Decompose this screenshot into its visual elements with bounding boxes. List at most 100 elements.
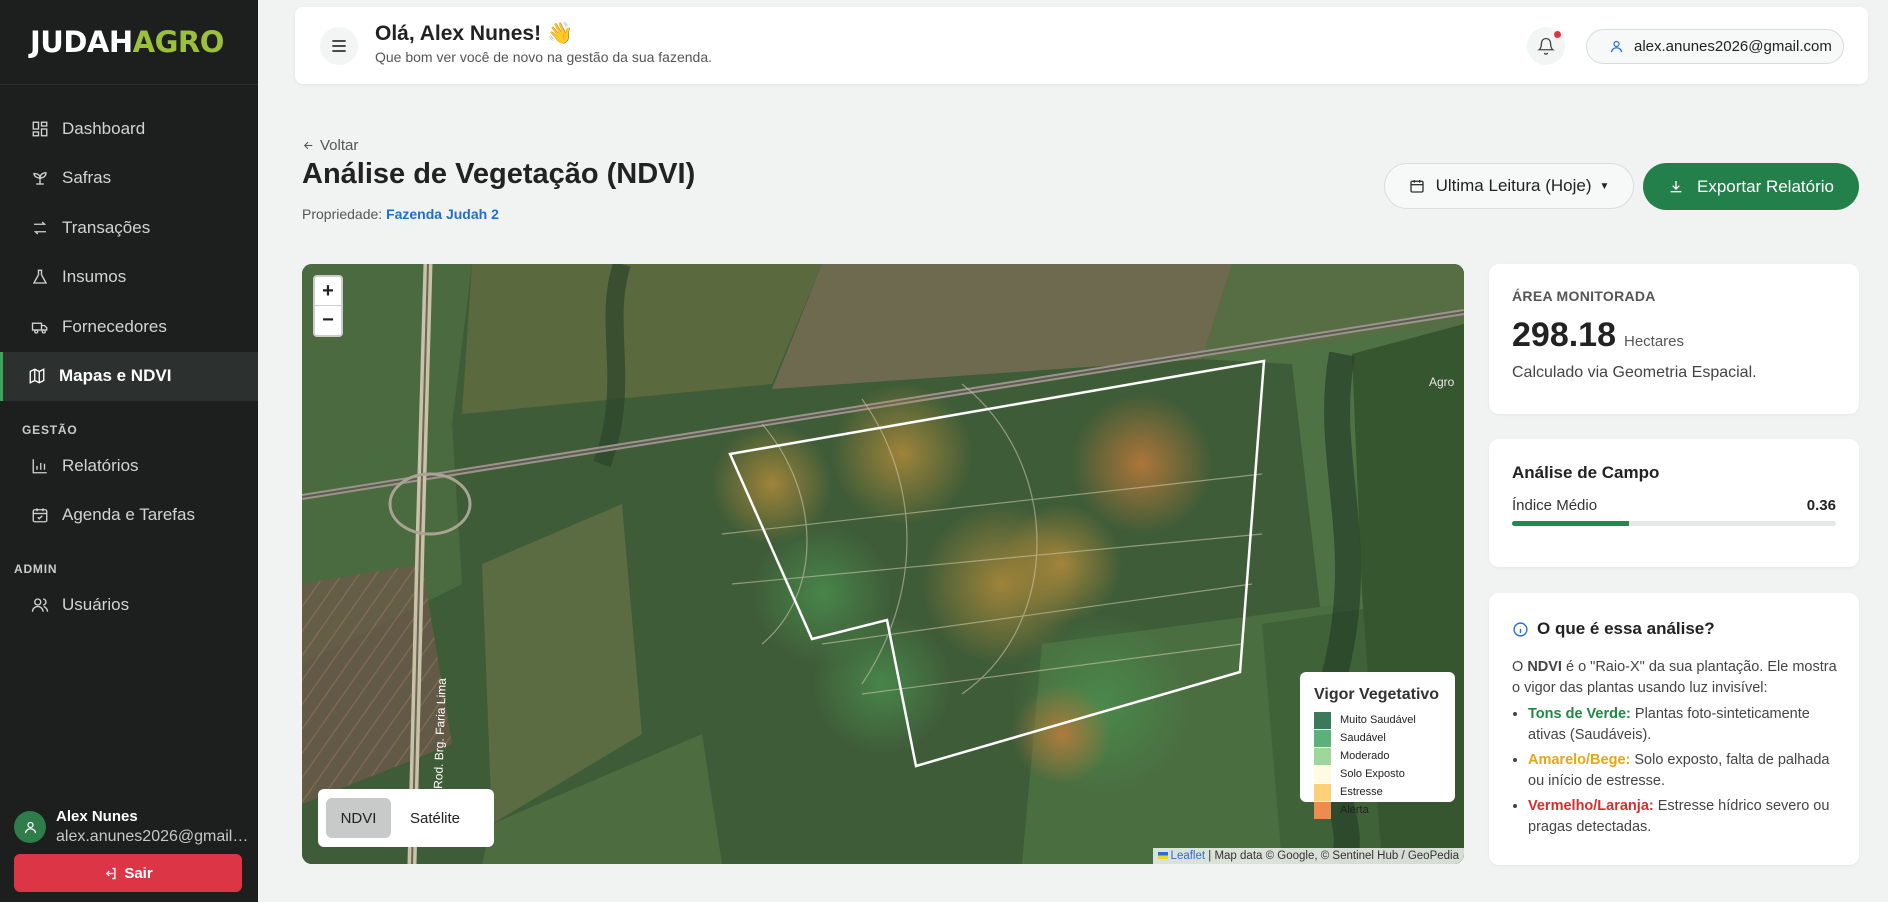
intro-bold: NDVI [1527,659,1562,675]
users-icon [31,596,49,614]
export-report-button[interactable]: Exportar Relatório [1643,163,1859,210]
sidebar-item-label: Transações [62,217,151,237]
zoom-in-button[interactable]: + [315,277,341,306]
map-attribution: Leaflet | Map data © Google, © Sentinel … [1152,848,1464,864]
ndvi-info-card: O que é essa análise? O NDVI é o "Raio-X… [1489,593,1859,865]
zoom-out-button[interactable]: − [315,306,341,335]
layer-ndvi-button[interactable]: NDVI [326,798,391,838]
legend-rows: Muito Saudável Saudável Moderado Solo Expos… [1314,711,1455,819]
logout-button[interactable]: Sair [14,854,242,892]
leaflet-link[interactable]: Leaflet [1171,850,1206,862]
sidebar-item-label: Mapas e NDVI [59,366,172,386]
sidebar-item-transacoes[interactable]: Transações [0,203,258,253]
zoom-control: + − [313,275,343,337]
legend-swatch [1314,765,1331,783]
bar-chart-icon [31,457,49,475]
greeting-title: Olá, Alex Nunes! 👋 [375,22,574,45]
reading-date-select[interactable]: Ultima Leitura (Hoje) ▼ [1384,163,1634,209]
monitored-area-card: ÁREA MONITORADA 298.18 Hectares Calculad… [1489,264,1859,414]
user-icon [24,821,36,833]
sidebar-item-mapas-ndvi[interactable]: Mapas e NDVI [0,351,258,401]
legend-swatch [1314,747,1331,765]
flask-icon [31,268,49,286]
sidebar-item-dashboard[interactable]: Dashboard [0,104,258,154]
analysis-title: Análise de Campo [1512,463,1660,482]
dashboard-icon [31,120,49,138]
menu-toggle-button[interactable] [320,27,358,65]
legend-swatch [1314,783,1331,801]
sidebar-item-label: Agenda e Tarefas [62,505,195,525]
legend-label: Saudável [1340,732,1386,744]
red-key: Vermelho/Laranja: [1528,798,1654,814]
list-item: Tons de Verde: Plantas foto-sinteticamen… [1528,704,1839,745]
sidebar-item-label: Relatórios [62,455,139,475]
reading-date-value: Ultima Leitura (Hoje) [1435,176,1592,195]
legend-item: Moderado [1314,747,1455,765]
area-unit: Hectares [1624,333,1685,350]
legend-label: Alerta [1340,804,1369,816]
intro-text-1: O [1512,659,1528,675]
user-name: Alex Nunes [56,808,138,825]
section-label-gestao: GESTÃO [22,423,78,437]
user-email: alex.anunes2026@gmail.com [56,828,252,845]
calendar-check-icon [31,506,49,524]
area-note: Calculado via Geometria Espacial. [1512,364,1757,381]
topbar: Olá, Alex Nunes! 👋 Que bom ver você de n… [295,7,1868,84]
sidebar-item-label: Insumos [62,267,127,287]
legend-label: Muito Saudável [1340,714,1416,726]
property-name[interactable]: Fazenda Judah 2 [386,206,499,222]
index-value: 0.36 [1806,497,1836,514]
back-label: Voltar [320,137,359,154]
greeting-subtitle: Que bom ver você de novo na gestão da su… [375,49,713,65]
area-label: ÁREA MONITORADA [1512,288,1656,304]
sidebar-user: Alex Nunes alex.anunes2026@gmail.com [14,808,252,846]
map-icon [28,367,46,385]
legend-item: Saudável [1314,729,1455,747]
field-analysis-card: Análise de Campo Índice Médio 0.36 [1489,439,1859,567]
sidebar-item-relatorios[interactable]: Relatórios [0,441,258,491]
sign-out-icon [106,867,116,879]
index-label: Índice Médio [1512,497,1598,514]
info-icon [1513,621,1528,637]
greeting: Olá, Alex Nunes! 👋 Que bom ver você de n… [375,22,712,65]
caret-down-icon: ▼ [1599,180,1610,192]
sidebar-item-insumos[interactable]: Insumos [0,253,258,303]
place-label: Agro [1429,375,1455,389]
sidebar-item-label: Dashboard [62,118,146,138]
legend-swatch [1314,729,1331,747]
truck-icon [31,318,49,336]
sprout-icon [31,169,49,187]
green-key: Tons de Verde: [1528,706,1631,722]
back-link[interactable]: Voltar [302,137,358,154]
brand-part-1: JUDAH [30,25,133,59]
legend-item: Solo Exposto [1314,765,1455,783]
area-value-row: 298.18 Hectares [1512,316,1859,355]
attribution-text: | Map data © Google, © Sentinel Hub / Ge… [1205,850,1459,862]
legend-label: Moderado [1340,750,1390,762]
property-line: Propriedade: Fazenda Judah 2 [302,206,499,222]
ukraine-flag-icon [1157,852,1168,859]
sidebar-item-fornecedores[interactable]: Fornecedores [0,302,258,352]
logout-label: Sair [124,864,153,882]
legend-item: Muito Saudável [1314,711,1455,729]
export-label: Exportar Relatório [1696,176,1834,196]
logo-area: JUDAHAGRO [0,0,258,85]
sidebar-item-safras[interactable]: Safras [0,154,258,204]
sidebar-item-agenda[interactable]: Agenda e Tarefas [0,491,258,541]
layer-satellite-button[interactable]: Satélite [395,798,475,838]
bell-icon [1537,37,1555,55]
notifications-button[interactable] [1527,27,1565,65]
sidebar-item-label: Usuários [62,594,130,614]
list-item: Vermelho/Laranja: Estresse hídrico sever… [1528,796,1839,837]
user-menu-button[interactable]: alex.anunes2026@gmail.com [1586,29,1844,64]
brand-logo[interactable]: JUDAHAGRO [30,25,224,59]
area-value: 298.18 [1512,316,1616,354]
sidebar-item-usuarios[interactable]: Usuários [0,580,258,630]
notification-dot [1554,31,1561,38]
user-icon [1610,40,1623,53]
legend-label: Solo Exposto [1340,768,1405,780]
yellow-key: Amarelo/Bege: [1528,752,1631,768]
index-row: Índice Médio 0.36 [1512,497,1836,514]
ndvi-map[interactable]: Rod. Brg. Faria Lima Agro + − NDVI Satél… [302,264,1464,864]
legend-label: Estresse [1340,786,1383,798]
